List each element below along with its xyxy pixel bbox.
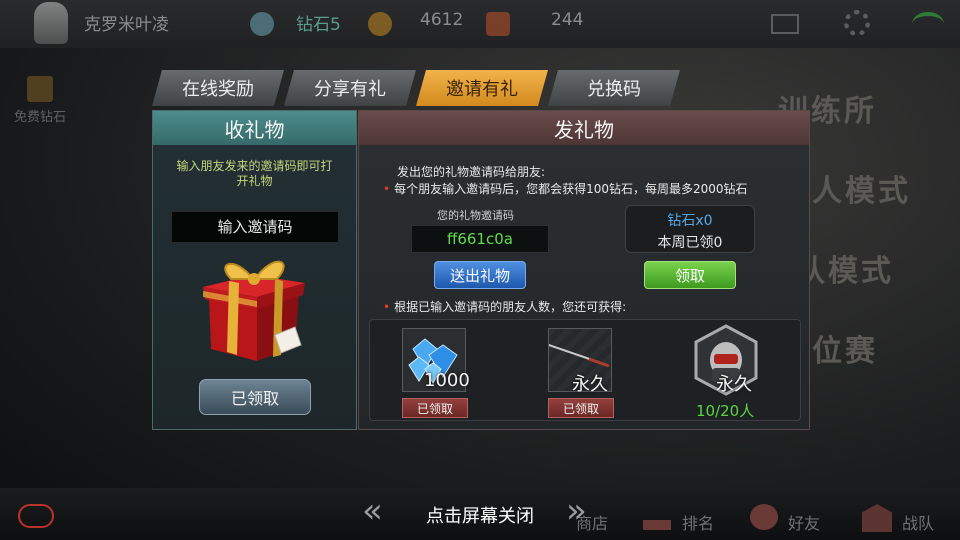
free-diamond-entry[interactable]: 免费钻石 — [4, 76, 76, 125]
invite-code-input[interactable] — [171, 211, 339, 243]
bullet-icon: • — [383, 300, 391, 314]
bottom-rank[interactable]: 排名 — [682, 510, 714, 534]
tier-2-claimed[interactable]: 已领取 — [548, 398, 614, 418]
tier-intro: • 根据已输入邀请码的朋友人数，您还可获得: — [383, 298, 626, 315]
chevron-right-icon: » — [566, 491, 587, 531]
send-gift-panel: 发礼物 发出您的礼物邀请码给朋友: • 每个朋友输入邀请码后，您都会获得100钻石… — [358, 110, 810, 430]
wifi-icon — [912, 12, 944, 36]
rank-badge-icon — [250, 12, 274, 36]
gem-icon — [486, 12, 510, 36]
reward-diamond-count: 钻石x0 — [667, 213, 713, 229]
receive-claimed-button[interactable]: 已领取 — [199, 379, 311, 415]
gem-count: 244 — [551, 10, 584, 30]
bullet-icon: • — [383, 182, 391, 196]
send-rule-text: 每个朋友输入邀请码后，您都会获得100钻石，每周最多2000钻石 — [394, 182, 748, 196]
weekly-reward-box: 钻石x0 本周已领0 — [625, 205, 755, 253]
bottom-clan[interactable]: 战队 — [902, 510, 934, 534]
gift-box-icon — [195, 253, 315, 365]
chat-icon[interactable] — [18, 504, 54, 528]
tier-1-claimed[interactable]: 已领取 — [402, 398, 468, 418]
bottom-friends[interactable]: 好友 — [788, 510, 820, 534]
ranking-icon — [643, 506, 671, 530]
receive-gift-title: 收礼物 — [153, 111, 356, 145]
top-bar: 克罗米叶凌 钻石5 4612 244 — [0, 0, 960, 48]
claim-button[interactable]: 领取 — [644, 261, 736, 289]
tier-2-label: 永久 — [572, 374, 608, 395]
tab-redeem-code[interactable]: 兑换码 — [548, 70, 680, 106]
reward-weekly-claimed: 本周已领0 — [657, 235, 723, 251]
tier-intro-text: 根据已输入邀请码的朋友人数，您还可获得: — [394, 300, 627, 314]
player-name: 克罗米叶凌 — [84, 15, 169, 35]
chevron-left-icon: « — [362, 491, 383, 531]
coin-count: 4612 — [420, 10, 464, 30]
send-intro: 发出您的礼物邀请码给朋友: — [397, 165, 546, 179]
tier-3-label: 永久 — [716, 374, 752, 395]
tab-share-gift[interactable]: 分享有礼 — [284, 70, 416, 106]
free-diamond-label: 免费钻石 — [13, 110, 66, 125]
send-rule: • 每个朋友输入邀请码后，您都会获得100钻石，每周最多2000钻石 — [383, 180, 748, 197]
send-gift-title: 发礼物 — [359, 111, 809, 145]
tab-online-reward[interactable]: 在线奖励 — [152, 70, 284, 106]
tab-invite-gift[interactable]: 邀请有礼 — [416, 70, 548, 106]
tier-rewards-area: 1000 已领取 永久 已领取 永久 10/20人 — [369, 319, 801, 421]
tier-3-progress: 10/20人 — [696, 402, 755, 420]
rank-text: 钻石5 — [296, 15, 341, 35]
gear-icon[interactable] — [844, 10, 870, 36]
my-code-label: 您的礼物邀请码 — [437, 209, 514, 222]
friends-icon — [750, 504, 778, 530]
receive-gift-panel: 收礼物 输入朋友发来的邀请码即可打开礼物 已领取 — [152, 110, 357, 430]
send-gift-button[interactable]: 送出礼物 — [434, 261, 526, 289]
my-invite-code: ff661c0a — [411, 225, 549, 253]
tier-1-label: 1000 — [424, 370, 470, 391]
bg-mode-solo: 人模式 — [812, 174, 911, 209]
mail-icon[interactable] — [771, 14, 799, 34]
coin-icon — [368, 12, 392, 36]
player-avatar[interactable] — [34, 2, 68, 44]
gift-small-icon — [27, 76, 53, 102]
receive-gift-hint: 输入朋友发来的邀请码即可打开礼物 — [176, 159, 333, 188]
bg-mode-ranked: 位赛 — [812, 334, 878, 369]
close-hint[interactable]: 点击屏幕关闭 — [400, 502, 560, 528]
